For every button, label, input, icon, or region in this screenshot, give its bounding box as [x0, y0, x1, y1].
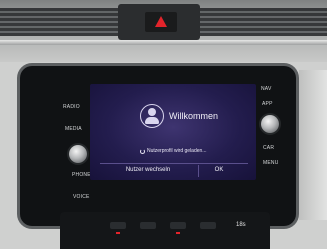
volume-knob[interactable] [69, 145, 87, 163]
avatar-body [145, 117, 159, 124]
indicator-led [176, 232, 180, 234]
indicator-led [116, 232, 120, 234]
nav-button[interactable]: NAV [261, 86, 272, 92]
climate-button[interactable] [140, 222, 156, 229]
button-row-divider [100, 163, 248, 164]
button-divider [198, 165, 199, 177]
infotainment-display [90, 84, 256, 180]
radio-button[interactable]: RADIO [63, 104, 80, 110]
side-trim-panel [299, 70, 327, 220]
climate-button[interactable] [200, 222, 216, 229]
climate-control-panel [60, 212, 270, 249]
avatar-head [148, 108, 156, 116]
car-button[interactable]: CAR [263, 145, 274, 151]
climate-button[interactable] [170, 222, 186, 229]
profile-loading-status: Nutzerprofil wird geladen... [147, 148, 207, 154]
ok-button[interactable]: OK [204, 167, 234, 173]
climate-button[interactable] [110, 222, 126, 229]
switch-user-button[interactable]: Nutzer wechseln [106, 167, 190, 173]
menu-button[interactable]: MENU [263, 160, 279, 166]
temperature-readout: 18s [236, 222, 246, 228]
phone-button[interactable]: PHONE [72, 172, 91, 178]
loading-spinner-icon [140, 149, 145, 154]
welcome-title: Willkommen [169, 111, 219, 121]
voice-button[interactable]: VOICE [73, 194, 90, 200]
media-button[interactable]: MEDIA [65, 126, 82, 132]
chrome-trim [0, 40, 327, 45]
app-button[interactable]: APP [262, 101, 273, 107]
tuning-knob[interactable] [261, 115, 279, 133]
hazard-icon [155, 16, 167, 27]
